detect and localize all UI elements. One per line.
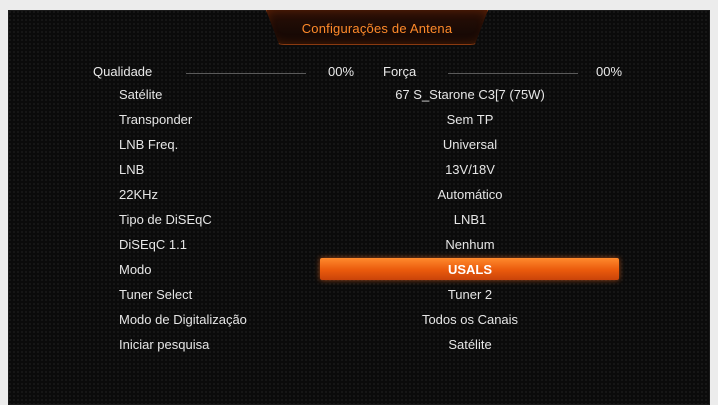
setting-row-diseqc-11[interactable]: DiSEqC 1.1 Nenhum [8,233,710,255]
setting-row-start-search[interactable]: Iniciar pesquisa Satélite [8,333,710,355]
tv-screen: Configurações de Antena Qualidade 00% Fo… [8,10,710,405]
title-tab: Configurações de Antena [266,10,488,45]
setting-label: LNB [119,162,145,177]
setting-label: Transponder [119,112,193,127]
setting-value: Sem TP [446,112,494,127]
setting-row-satellite[interactable]: Satélite 67 S_Starone C3[7 (75W) [8,83,710,105]
setting-row-mode[interactable]: Modo USALS [8,258,710,280]
setting-label: Modo de Digitalização [119,312,247,327]
setting-value: LNB1 [453,212,487,227]
setting-row-tuner-select[interactable]: Tuner Select Tuner 2 [8,283,710,305]
quality-value: 00% [328,64,355,79]
setting-value: 13V/18V [445,162,495,177]
setting-label: Iniciar pesquisa [119,337,210,352]
setting-value: 67 S_Starone C3[7 (75W) [395,87,545,102]
setting-value: Tuner 2 [447,287,493,302]
strength-value: 00% [596,64,623,79]
setting-label: Satélite [119,87,163,102]
setting-value: USALS [447,262,493,277]
setting-label: Tipo de DiSEqC [119,212,212,227]
setting-row-22khz[interactable]: 22KHz Automático [8,183,710,205]
quality-label: Qualidade [93,64,153,79]
setting-row-lnb-freq[interactable]: LNB Freq. Universal [8,133,710,155]
setting-label: LNB Freq. [119,137,179,152]
setting-label: 22KHz [119,187,159,202]
setting-value: Todos os Canais [421,312,519,327]
strength-label: Força [383,64,417,79]
setting-value: Universal [442,137,498,152]
setting-label: DiSEqC 1.1 [119,237,187,252]
page-title: Configurações de Antena [301,21,453,36]
setting-row-transponder[interactable]: Transponder Sem TP [8,108,710,130]
quality-meter: Qualidade 00% Força 00% [8,64,710,82]
setting-label: Tuner Select [119,287,193,302]
setting-value: Nenhum [445,237,495,252]
setting-row-diseqc-type[interactable]: Tipo de DiSEqC LNB1 [8,208,710,230]
setting-value: Automático [437,187,503,202]
strength-bar [448,73,578,74]
setting-row-scan-mode[interactable]: Modo de Digitalização Todos os Canais [8,308,710,330]
setting-label: Modo [119,262,152,277]
setting-row-lnb[interactable]: LNB 13V/18V [8,158,710,180]
quality-bar [186,73,306,74]
setting-value: Satélite [448,337,492,352]
